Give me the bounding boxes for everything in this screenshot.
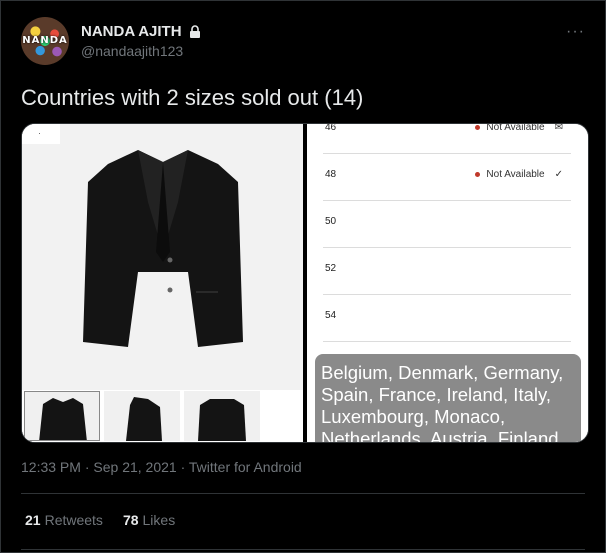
size-row: 48 Not Available ✓: [323, 153, 571, 201]
tweet-date[interactable]: Sep 21, 2021: [93, 459, 176, 475]
size-label: 50: [325, 216, 337, 227]
tweet-time[interactable]: 12:33 PM: [21, 459, 81, 475]
tweet-media[interactable]: · 46 Not Available ✉ 48 Not Available ✓ …: [21, 123, 589, 443]
likes-stat[interactable]: 78 Likes: [123, 512, 175, 528]
name-row: NANDA AJITH: [81, 23, 202, 40]
avatar[interactable]: NANDA: [21, 17, 69, 65]
tweet-meta: 12:33 PM · Sep 21, 2021 · Twitter for An…: [21, 459, 302, 475]
status-dot: [475, 125, 481, 130]
likes-label: Likes: [142, 512, 176, 528]
meta-separator: ·: [80, 459, 94, 475]
size-label: 46: [325, 123, 337, 133]
size-row: 54: [323, 294, 571, 342]
check-icon: ✓: [554, 169, 563, 180]
availability: Not Available ✉: [475, 123, 563, 133]
countries-text: Belgium, Denmark, Germany, Spain, France…: [321, 362, 564, 443]
display-name[interactable]: NANDA AJITH: [81, 23, 182, 40]
size-list-panel[interactable]: 46 Not Available ✉ 48 Not Available ✓ 50: [307, 124, 588, 442]
size-label: 52: [325, 263, 337, 274]
countries-overlay: Belgium, Denmark, Germany, Spain, France…: [315, 354, 581, 443]
engagement-stats: 21 Retweets 78 Likes: [25, 512, 175, 528]
avatar-text: NANDA: [22, 35, 68, 46]
size-row: 46 Not Available ✉: [323, 123, 571, 154]
more-horizontal-icon[interactable]: ···: [566, 23, 585, 41]
likes-count: 78: [122, 512, 139, 528]
size-row: 50: [323, 200, 571, 248]
thumbnail-side[interactable]: [104, 391, 180, 441]
meta-separator: ·: [176, 459, 189, 475]
thumbnail-front[interactable]: [24, 391, 100, 441]
availability-text: Not Available: [486, 169, 545, 180]
availability-text: Not Available: [486, 123, 545, 133]
tweet-text: Countries with 2 sizes sold out (14): [21, 85, 364, 110]
tweet: NANDA NANDA AJITH @nandaajith123 ··· Cou…: [0, 0, 606, 553]
divider: [21, 549, 585, 550]
mail-icon: ✉: [554, 123, 563, 133]
jacket-image: [83, 150, 243, 347]
size-label: 48: [325, 169, 337, 180]
retweets-count: 21: [25, 512, 41, 528]
divider: [21, 493, 585, 494]
handle[interactable]: @nandaajith123: [81, 43, 183, 59]
retweets-label: Retweets: [44, 512, 103, 528]
availability: Not Available ✓: [475, 169, 563, 180]
tweet-source[interactable]: Twitter for Android: [189, 459, 302, 475]
corner-mark: ·: [22, 124, 60, 144]
lock-icon: [188, 24, 202, 39]
thumbnail-back[interactable]: [184, 391, 260, 441]
status-dot: [475, 172, 481, 177]
thumbnail-strip: [22, 390, 303, 442]
size-row: 52: [323, 247, 571, 295]
retweets-stat[interactable]: 21 Retweets: [25, 512, 103, 528]
product-image-panel[interactable]: ·: [22, 124, 303, 442]
size-label: 54: [325, 310, 337, 321]
